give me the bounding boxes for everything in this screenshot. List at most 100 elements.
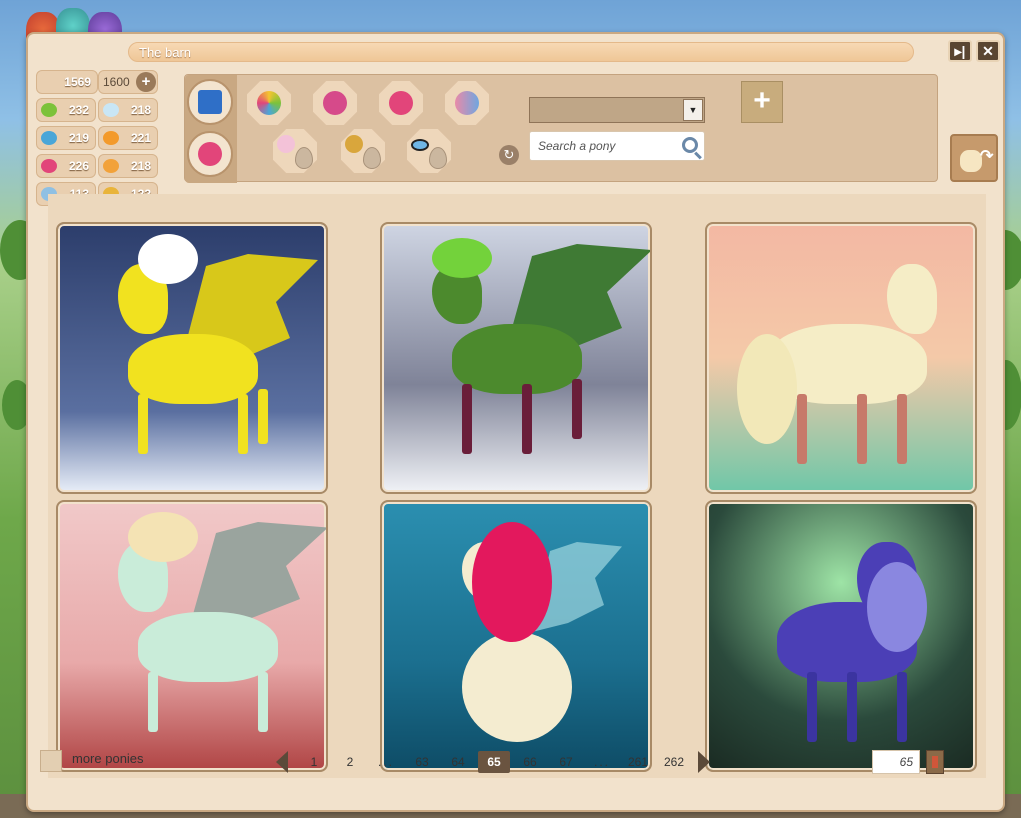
palette-icon bbox=[257, 91, 281, 115]
pony-leg bbox=[148, 672, 158, 732]
pony-leg bbox=[897, 672, 907, 742]
filter-eye[interactable] bbox=[407, 129, 451, 173]
stat-value: 232 bbox=[68, 103, 89, 117]
stat-paw-blue: 219 bbox=[36, 126, 96, 150]
next-page-arrow-icon[interactable] bbox=[698, 751, 710, 773]
cloud-icon bbox=[103, 103, 119, 117]
pony-icon bbox=[960, 150, 982, 172]
filter-colors[interactable] bbox=[247, 81, 291, 125]
pony-mane bbox=[128, 512, 198, 562]
more-ponies-checkbox[interactable] bbox=[40, 750, 62, 772]
export-pony-button[interactable]: ↷ bbox=[950, 134, 998, 182]
pony-leg bbox=[797, 394, 807, 464]
stat-value: 221 bbox=[130, 131, 151, 145]
drop-icon bbox=[295, 147, 313, 169]
filter-unicorn[interactable] bbox=[273, 129, 317, 173]
folder-star-icon bbox=[198, 90, 222, 114]
refresh-icon[interactable]: ↻ bbox=[499, 145, 519, 165]
pony-leg bbox=[238, 394, 248, 454]
pony-leg bbox=[462, 384, 472, 454]
prev-page-arrow-icon[interactable] bbox=[276, 751, 288, 773]
stat-value: 219 bbox=[68, 131, 89, 145]
stat-apple: 232 bbox=[36, 98, 96, 122]
window-title: The barn bbox=[139, 45, 192, 60]
page-link[interactable]: 64 bbox=[440, 751, 476, 773]
pony-leg bbox=[258, 389, 268, 444]
go-page-button[interactable] bbox=[926, 750, 944, 774]
pony-leg bbox=[572, 379, 582, 439]
pony-leg bbox=[522, 384, 532, 454]
pony-leg bbox=[807, 672, 817, 742]
filter-trophy[interactable] bbox=[341, 129, 385, 173]
filter-species[interactable] bbox=[445, 81, 489, 125]
pony-species-icon bbox=[455, 91, 479, 115]
page-link[interactable]: 66 bbox=[512, 751, 548, 773]
page-link[interactable]: 1 bbox=[296, 751, 332, 773]
star-badge-icon bbox=[198, 142, 222, 166]
pony-mane bbox=[138, 234, 198, 284]
drop-icon bbox=[363, 147, 381, 169]
side-tabs bbox=[185, 75, 237, 183]
page-link[interactable]: 2 bbox=[332, 751, 368, 773]
pony-card-sea-fairy-pony[interactable] bbox=[380, 500, 652, 772]
title-bar: The barn bbox=[128, 42, 914, 62]
trophy-icon bbox=[345, 135, 363, 153]
paw-blue-icon bbox=[41, 131, 57, 145]
carrot-icon bbox=[103, 131, 119, 145]
page-link[interactable]: 262 bbox=[656, 751, 692, 773]
close-button[interactable]: ✕ bbox=[976, 40, 1000, 62]
pony-card-mint-pegasus-pony[interactable] bbox=[56, 500, 328, 772]
pony-body bbox=[462, 632, 572, 742]
search-icon[interactable] bbox=[682, 137, 698, 153]
pony-body bbox=[452, 324, 582, 394]
page-link[interactable]: 261 bbox=[620, 751, 656, 773]
pagination-footer: more ponies 1 2 ... 63 64 65 66 67 ... 2… bbox=[36, 748, 980, 776]
eye-icon bbox=[411, 139, 429, 151]
barn-window: The barn ▸| ✕ 1569 1600 + 232 218 219 22… bbox=[26, 32, 1005, 812]
pony-card-blue-star-pony[interactable] bbox=[705, 500, 977, 772]
filter-toolbar: ↻ ▼ + bbox=[184, 74, 938, 183]
add-coins-button[interactable]: + bbox=[136, 72, 156, 92]
pony-leg bbox=[258, 672, 268, 732]
pony-card-green-bat-pony-christmas[interactable] bbox=[380, 222, 652, 494]
add-button[interactable]: + bbox=[741, 81, 783, 123]
stat-heart: 226 bbox=[36, 154, 96, 178]
coins-stat: 1569 bbox=[36, 70, 98, 94]
pony-leg bbox=[847, 672, 857, 742]
page-link[interactable]: 63 bbox=[404, 751, 440, 773]
paw-orange-icon bbox=[103, 159, 119, 173]
stat-value: 226 bbox=[68, 159, 89, 173]
coins-max-value: 1600 bbox=[103, 75, 130, 89]
heart-icon bbox=[41, 159, 57, 173]
pager: 1 2 ... 63 64 65 66 67 ... 261 262 bbox=[276, 748, 710, 776]
stat-paw-orange: 218 bbox=[98, 154, 158, 178]
pony-card-cream-birthday-pony[interactable] bbox=[705, 222, 977, 494]
skip-to-end-button[interactable]: ▸| bbox=[948, 40, 972, 62]
folder-star-tab[interactable] bbox=[187, 79, 233, 125]
filter-gender[interactable] bbox=[313, 81, 357, 125]
apple-icon bbox=[41, 103, 57, 117]
more-ponies-label: more ponies bbox=[72, 751, 144, 766]
pony-mane bbox=[867, 562, 927, 652]
pony-leg bbox=[138, 394, 148, 454]
sort-select[interactable]: ▼ bbox=[529, 97, 705, 123]
page-ellipsis: ... bbox=[377, 755, 394, 769]
filter-breeding[interactable] bbox=[379, 81, 423, 125]
search-input[interactable] bbox=[530, 132, 680, 160]
drop-icon bbox=[429, 147, 447, 169]
search-box bbox=[529, 131, 705, 161]
coins-value: 1569 bbox=[64, 75, 91, 89]
stat-value: 218 bbox=[130, 103, 151, 117]
page-number-input[interactable] bbox=[872, 750, 920, 774]
arrow-icon: ↷ bbox=[980, 148, 994, 165]
stat-value: 218 bbox=[130, 159, 151, 173]
unicorn-icon bbox=[277, 135, 295, 153]
page-ellipsis: ... bbox=[593, 755, 610, 769]
pony-leg bbox=[857, 394, 867, 464]
page-link[interactable]: 67 bbox=[548, 751, 584, 773]
favorites-tab[interactable] bbox=[187, 131, 233, 177]
pony-card-yellow-bat-pony[interactable] bbox=[56, 222, 328, 494]
page-link-current[interactable]: 65 bbox=[478, 751, 510, 773]
pony-mane bbox=[432, 238, 492, 278]
pony-body bbox=[138, 612, 278, 682]
